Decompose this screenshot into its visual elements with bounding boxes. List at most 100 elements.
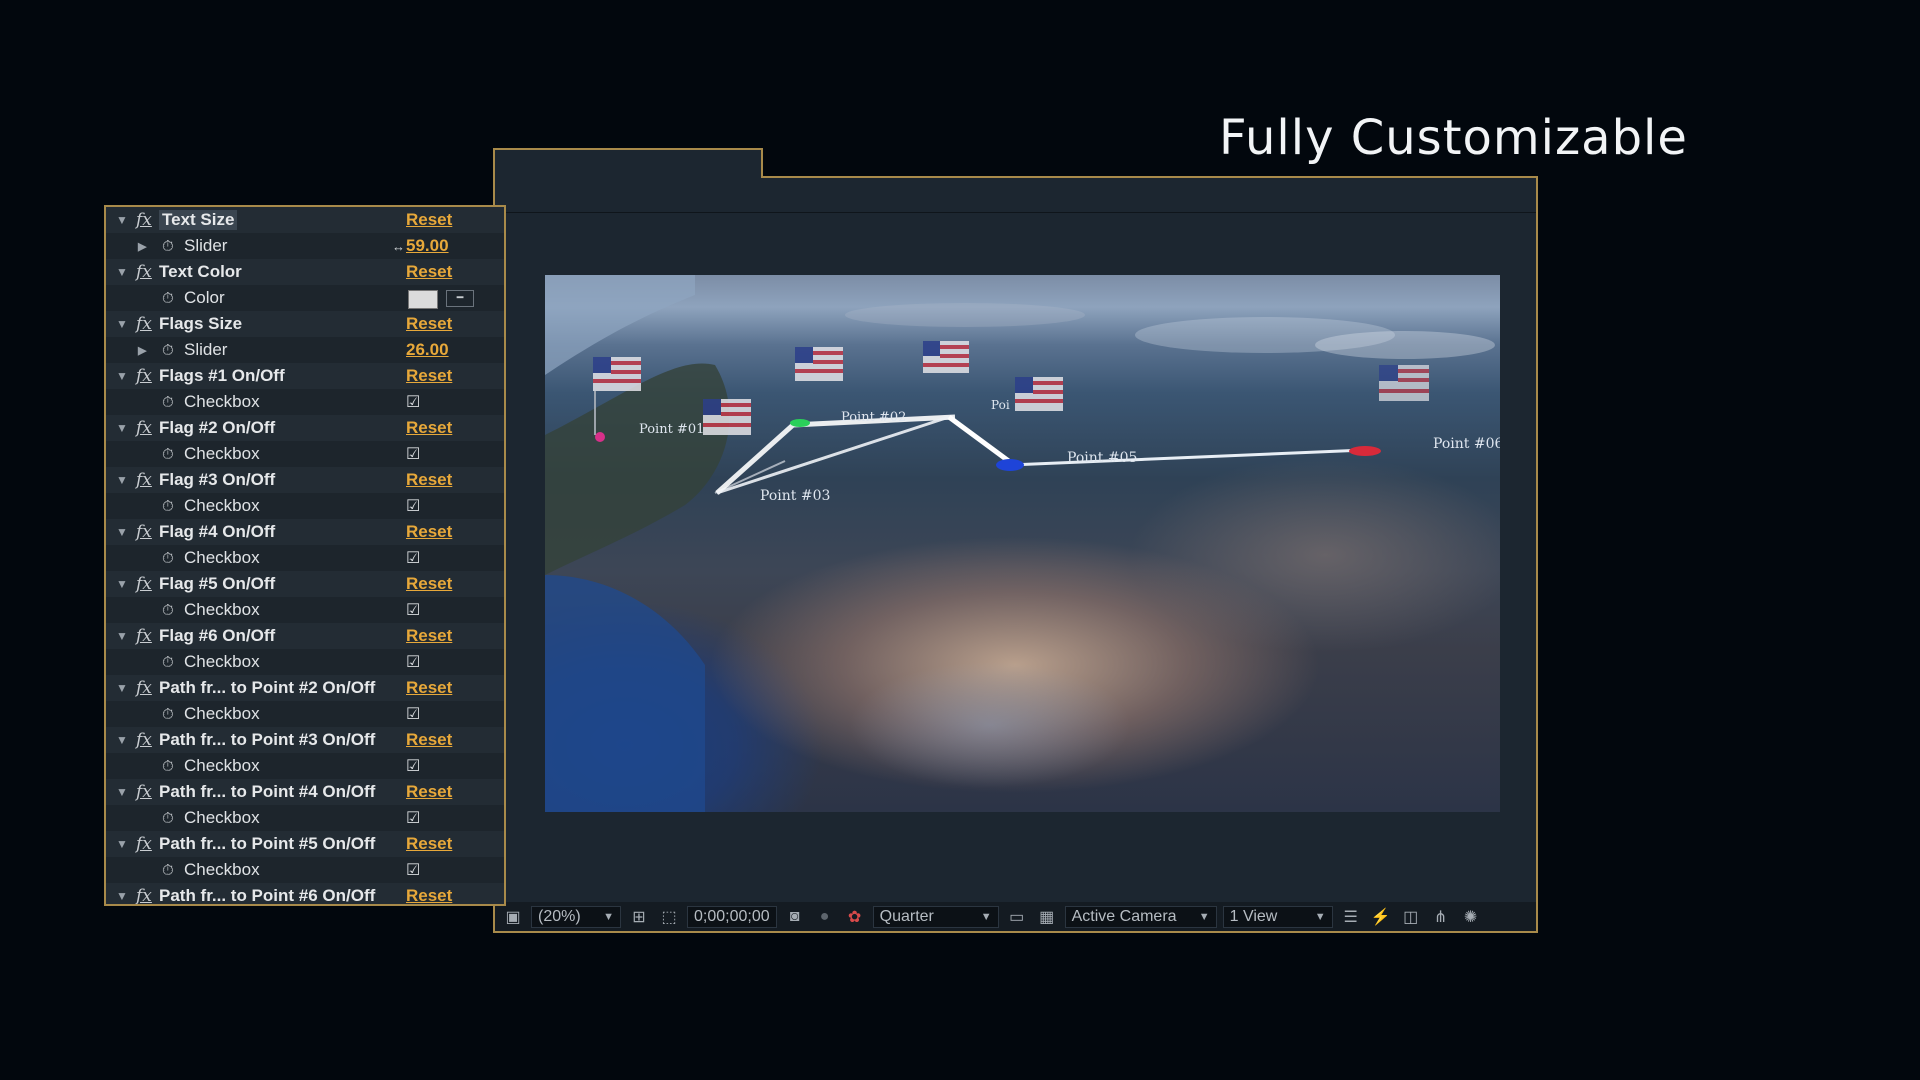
camera-snapshot-icon[interactable]: ◙ <box>783 906 807 928</box>
reset-link[interactable]: Reset <box>406 782 452 802</box>
color-swatch[interactable] <box>408 290 438 309</box>
effect-row[interactable]: ▼ fx Flag #2 On/Off Reset <box>106 415 504 441</box>
effect-row[interactable]: ▼ fx Flags Size Reset <box>106 311 504 337</box>
transparency-grid-icon[interactable]: ▦ <box>1035 906 1059 928</box>
reset-link[interactable]: Reset <box>406 886 452 904</box>
reset-link[interactable]: Reset <box>406 210 452 230</box>
effect-row[interactable]: ▼ fx Path fr... to Point #5 On/Off Reset <box>106 831 504 857</box>
safe-zones-icon[interactable]: ⊞ <box>627 906 651 928</box>
effect-row[interactable]: ▼ fx Text Color Reset <box>106 259 504 285</box>
camera-dropdown[interactable]: Active Camera ▼ <box>1064 905 1217 928</box>
fx-icon[interactable]: fx <box>136 418 152 438</box>
effect-row[interactable]: ▼ fx Flag #4 On/Off Reset <box>106 519 504 545</box>
stopwatch-icon[interactable]: ⏱ <box>162 602 174 619</box>
property-row[interactable]: ⏱ Checkbox ☑ <box>106 545 504 571</box>
stopwatch-icon[interactable]: ⏱ <box>162 498 174 515</box>
collapse-triangle-icon[interactable]: ▼ <box>116 525 128 539</box>
slider-value[interactable]: 26.00 <box>406 340 449 360</box>
property-row[interactable]: ⏱ Color ━ <box>106 285 504 311</box>
fx-icon[interactable]: fx <box>136 470 152 490</box>
eyedropper-icon[interactable]: ━ <box>446 290 474 307</box>
fast-previews-icon[interactable]: ⚡ <box>1369 906 1393 928</box>
checkbox-checked-icon[interactable]: ☑ <box>406 808 420 828</box>
fx-icon[interactable]: fx <box>136 834 152 854</box>
fx-icon[interactable]: fx <box>136 886 152 904</box>
property-row[interactable]: ⏱ Checkbox ☑ <box>106 389 504 415</box>
collapse-triangle-icon[interactable]: ▼ <box>116 317 128 331</box>
stopwatch-icon[interactable]: ⏱ <box>162 446 174 463</box>
checkbox-checked-icon[interactable]: ☑ <box>406 548 420 568</box>
exposure-icon[interactable]: ✺ <box>1459 906 1483 928</box>
collapse-triangle-icon[interactable]: ▼ <box>116 837 128 851</box>
collapse-triangle-icon[interactable]: ▼ <box>116 421 128 435</box>
effect-row[interactable]: ▼ fx Path fr... to Point #3 On/Off Reset <box>106 727 504 753</box>
flowchart-icon[interactable]: ⋔ <box>1429 906 1453 928</box>
fx-icon[interactable]: fx <box>136 314 152 334</box>
property-row[interactable]: ▶ ⏱ Slider ↔ 59.00 <box>106 233 504 259</box>
stopwatch-icon[interactable]: ⏱ <box>162 758 174 775</box>
always-preview-icon[interactable]: ▣ <box>501 906 525 928</box>
stopwatch-icon[interactable]: ⏱ <box>162 862 174 879</box>
property-row[interactable]: ⏱ Checkbox ☑ <box>106 493 504 519</box>
reset-link[interactable]: Reset <box>406 522 452 542</box>
stopwatch-icon[interactable]: ⏱ <box>162 550 174 567</box>
timeline-icon[interactable]: ◫ <box>1399 906 1423 928</box>
reset-link[interactable]: Reset <box>406 470 452 490</box>
stopwatch-icon[interactable]: ⏱ <box>162 342 174 359</box>
property-row[interactable]: ⏱ Checkbox ☑ <box>106 805 504 831</box>
checkbox-checked-icon[interactable]: ☑ <box>406 600 420 620</box>
stopwatch-icon[interactable]: ⏱ <box>162 290 174 307</box>
property-row[interactable]: ⏱ Checkbox ☑ <box>106 701 504 727</box>
stopwatch-icon[interactable]: ⏱ <box>162 394 174 411</box>
collapse-triangle-icon[interactable]: ▼ <box>116 733 128 747</box>
checkbox-checked-icon[interactable]: ☑ <box>406 444 420 464</box>
slider-value[interactable]: 59.00 <box>406 236 449 256</box>
stopwatch-icon[interactable]: ⏱ <box>162 706 174 723</box>
expand-triangle-icon[interactable]: ▶ <box>138 344 146 357</box>
collapse-triangle-icon[interactable]: ▼ <box>116 213 128 227</box>
fx-icon[interactable]: fx <box>136 522 152 542</box>
reset-link[interactable]: Reset <box>406 626 452 646</box>
property-row[interactable]: ⏱ Checkbox ☑ <box>106 753 504 779</box>
effect-row[interactable]: ▼ fx Flag #3 On/Off Reset <box>106 467 504 493</box>
effect-row[interactable]: ▼ fx Flag #6 On/Off Reset <box>106 623 504 649</box>
fx-icon[interactable]: fx <box>136 782 152 802</box>
effect-row[interactable]: ▼ fx Path fr... to Point #4 On/Off Reset <box>106 779 504 805</box>
fx-icon[interactable]: fx <box>136 262 152 282</box>
fx-icon[interactable]: fx <box>136 574 152 594</box>
effect-row[interactable]: ▼ fx Text Size Reset <box>106 207 504 233</box>
effect-row[interactable]: ▼ fx Flags #1 On/Off Reset <box>106 363 504 389</box>
mask-visibility-icon[interactable]: ⬚ <box>657 906 681 928</box>
effect-row[interactable]: ▼ fx Flag #5 On/Off Reset <box>106 571 504 597</box>
region-of-interest-icon[interactable]: ▭ <box>1005 906 1029 928</box>
property-row[interactable]: ▶ ⏱ Slider 26.00 <box>106 337 504 363</box>
reset-link[interactable]: Reset <box>406 366 452 386</box>
reset-link[interactable]: Reset <box>406 730 452 750</box>
magnification-dropdown[interactable]: (20%) ▼ <box>531 905 621 928</box>
fx-icon[interactable]: fx <box>136 210 152 230</box>
reset-link[interactable]: Reset <box>406 574 452 594</box>
timecode-field[interactable]: 0;00;00;00 <box>687 905 777 928</box>
stopwatch-icon[interactable]: ⏱ <box>162 810 174 827</box>
checkbox-checked-icon[interactable]: ☑ <box>406 704 420 724</box>
expand-triangle-icon[interactable]: ▶ <box>138 240 146 253</box>
stopwatch-icon[interactable]: ⏱ <box>162 238 174 255</box>
collapse-triangle-icon[interactable]: ▼ <box>116 369 128 383</box>
collapse-triangle-icon[interactable]: ▼ <box>116 629 128 643</box>
property-row[interactable]: ⏱ Checkbox ☑ <box>106 441 504 467</box>
composition-viewport[interactable]: Point #01 Point #02 Point #03 Point #05 … <box>545 275 1500 812</box>
checkbox-checked-icon[interactable]: ☑ <box>406 652 420 672</box>
checkbox-checked-icon[interactable]: ☑ <box>406 860 420 880</box>
collapse-triangle-icon[interactable]: ▼ <box>116 265 128 279</box>
show-snapshot-icon[interactable]: ● <box>813 906 837 928</box>
views-dropdown[interactable]: 1 View ▼ <box>1222 905 1333 928</box>
collapse-triangle-icon[interactable]: ▼ <box>116 889 128 903</box>
property-row[interactable]: ⏱ Checkbox ☑ <box>106 857 504 883</box>
property-row[interactable]: ⏱ Checkbox ☑ <box>106 597 504 623</box>
fx-icon[interactable]: fx <box>136 678 152 698</box>
fx-icon[interactable]: fx <box>136 366 152 386</box>
collapse-triangle-icon[interactable]: ▼ <box>116 785 128 799</box>
reset-link[interactable]: Reset <box>406 314 452 334</box>
fx-icon[interactable]: fx <box>136 730 152 750</box>
resolution-dropdown[interactable]: Quarter ▼ <box>872 905 999 928</box>
